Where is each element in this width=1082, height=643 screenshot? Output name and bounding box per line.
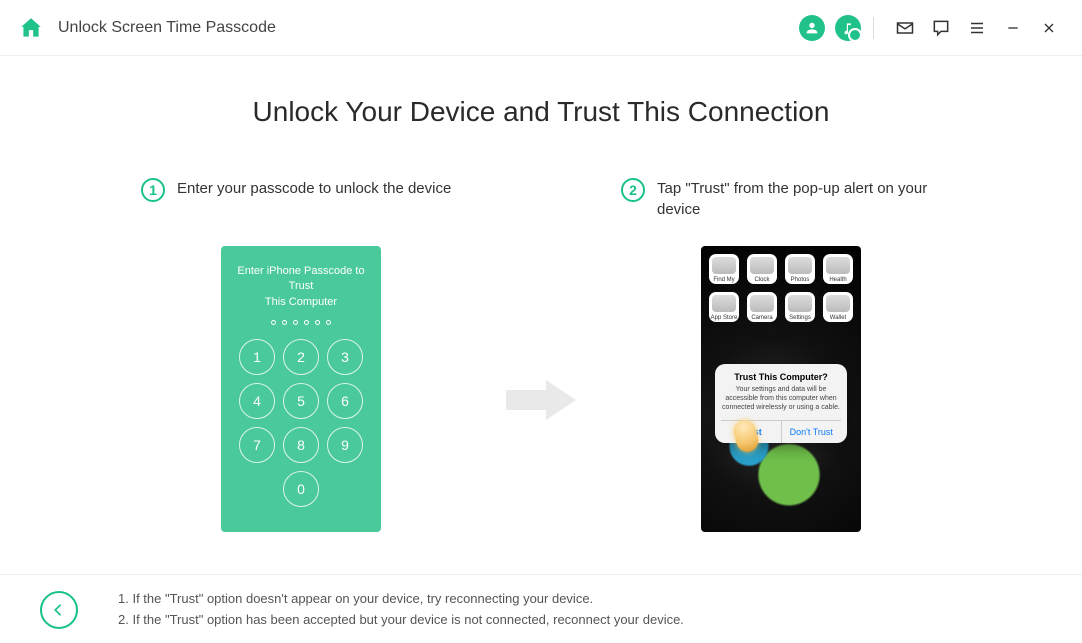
tip-2: 2. If the "Trust" option has been accept… bbox=[118, 610, 684, 631]
page-title: Unlock Screen Time Passcode bbox=[58, 19, 276, 37]
tip-1: 1. If the "Trust" option doesn't appear … bbox=[118, 589, 684, 610]
minimize-button[interactable] bbox=[998, 13, 1028, 43]
step-2-text: Tap "Trust" from the pop-up alert on you… bbox=[657, 178, 941, 220]
footer-tips: 1. If the "Trust" option doesn't appear … bbox=[118, 589, 684, 631]
passcode-dots bbox=[231, 320, 371, 325]
account-icon[interactable] bbox=[797, 13, 827, 43]
app-grid: Find My Clock Photos Health App Store Ca… bbox=[701, 254, 861, 322]
step-2: 2 Tap "Trust" from the pop-up alert on y… bbox=[621, 178, 941, 532]
alert-body: Your settings and data will be accessibl… bbox=[721, 385, 841, 412]
phone1-title-line2: This Computer bbox=[265, 296, 337, 308]
app-icon: Health bbox=[823, 254, 853, 284]
keypad: 123 456 789 0 bbox=[231, 339, 371, 507]
step-1: 1 Enter your passcode to unlock the devi… bbox=[141, 178, 461, 532]
step-1-badge: 1 bbox=[141, 178, 165, 202]
mail-icon[interactable] bbox=[890, 13, 920, 43]
passcode-phone-illustration: Enter iPhone Passcode to Trust This Comp… bbox=[221, 246, 381, 532]
app-icon: Find My bbox=[709, 254, 739, 284]
step-1-text: Enter your passcode to unlock the device bbox=[177, 178, 451, 199]
menu-icon[interactable] bbox=[962, 13, 992, 43]
close-button[interactable] bbox=[1034, 13, 1064, 43]
music-search-icon[interactable] bbox=[833, 13, 863, 43]
phone1-title-line1: Enter iPhone Passcode to Trust bbox=[237, 265, 364, 292]
alert-title: Trust This Computer? bbox=[721, 372, 841, 382]
app-icon: Wallet bbox=[823, 292, 853, 322]
app-icon: Settings bbox=[785, 292, 815, 322]
app-icon: Clock bbox=[747, 254, 777, 284]
back-button[interactable] bbox=[40, 591, 78, 629]
home-icon[interactable] bbox=[18, 15, 44, 41]
main-heading: Unlock Your Device and Trust This Connec… bbox=[60, 96, 1022, 128]
titlebar: Unlock Screen Time Passcode bbox=[0, 0, 1082, 56]
footer: 1. If the "Trust" option doesn't appear … bbox=[0, 574, 1082, 643]
feedback-icon[interactable] bbox=[926, 13, 956, 43]
app-icon: Camera bbox=[747, 292, 777, 322]
alert-dont-trust-button: Don't Trust bbox=[782, 421, 842, 443]
app-icon: Photos bbox=[785, 254, 815, 284]
trust-phone-illustration: Find My Clock Photos Health App Store Ca… bbox=[701, 246, 861, 532]
arrow-icon bbox=[501, 375, 581, 425]
main-content: Unlock Your Device and Trust This Connec… bbox=[0, 56, 1082, 532]
app-icon: App Store bbox=[709, 292, 739, 322]
step-2-badge: 2 bbox=[621, 178, 645, 202]
separator bbox=[873, 17, 874, 39]
